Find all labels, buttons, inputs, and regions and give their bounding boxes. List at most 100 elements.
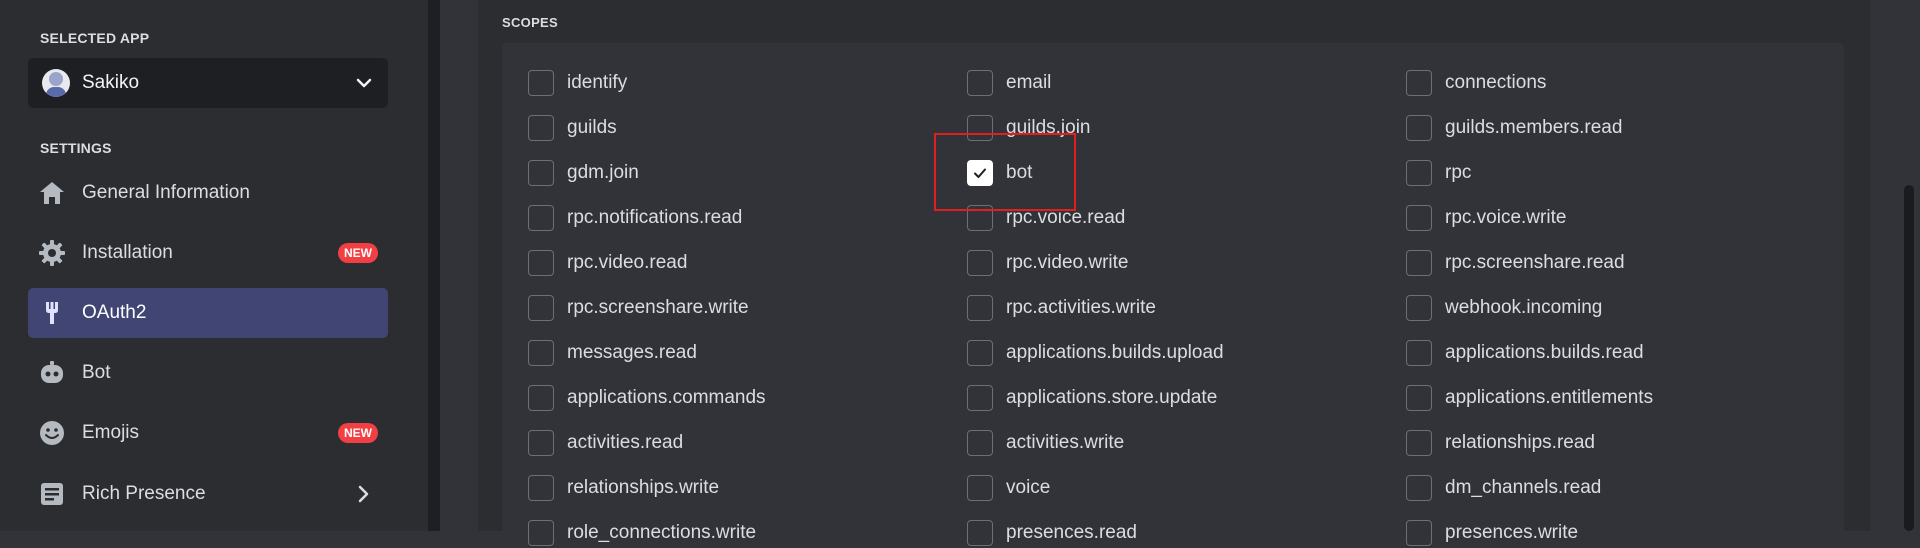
sidebar-divider <box>428 0 440 531</box>
scope-applications-entitlements[interactable]: applications.entitlements <box>1406 383 1653 413</box>
scope-webhook-incoming[interactable]: webhook.incoming <box>1406 293 1602 323</box>
scope-checkbox[interactable] <box>1406 475 1432 501</box>
scope-checkbox[interactable] <box>1406 250 1432 276</box>
scope-label: guilds.members.read <box>1445 117 1623 138</box>
sidebar-item-label: Installation <box>82 242 173 263</box>
scopes-title: SCOPES <box>502 15 558 30</box>
scope-messages-read[interactable]: messages.read <box>528 338 697 368</box>
scope-label: applications.commands <box>567 387 766 408</box>
scope-identify[interactable]: identify <box>528 68 627 98</box>
scope-activities-read[interactable]: activities.read <box>528 428 683 458</box>
scope-checkbox[interactable] <box>528 475 554 501</box>
scope-checkbox[interactable] <box>967 295 993 321</box>
scope-label: relationships.read <box>1445 432 1595 453</box>
scope-checkbox[interactable] <box>528 205 554 231</box>
scope-label: applications.builds.upload <box>1006 342 1224 363</box>
new-badge: NEW <box>338 423 378 443</box>
scope-applications-builds-upload[interactable]: applications.builds.upload <box>967 338 1224 368</box>
sidebar-item-rich-presence[interactable]: Rich Presence <box>28 469 388 519</box>
scope-label: presences.write <box>1445 522 1579 543</box>
scope-checkbox[interactable] <box>1406 385 1432 411</box>
scope-relationships-write[interactable]: relationships.write <box>528 473 719 503</box>
scope-checkbox[interactable] <box>967 520 993 546</box>
scope-label: identify <box>567 72 628 93</box>
scope-checkbox[interactable] <box>967 340 993 366</box>
scope-checkbox[interactable] <box>528 250 554 276</box>
scope-checkbox[interactable] <box>967 70 993 96</box>
sidebar-item-emojis[interactable]: Emojis NEW <box>28 408 388 458</box>
scope-checkbox[interactable] <box>1406 70 1432 96</box>
scope-checkbox[interactable] <box>1406 520 1432 546</box>
app-selector[interactable]: Sakiko <box>28 58 388 108</box>
scope-guilds[interactable]: guilds <box>528 113 617 143</box>
sidebar-item-oauth2[interactable]: OAuth2 <box>28 288 388 338</box>
scope-gdm-join[interactable]: gdm.join <box>528 158 639 188</box>
scope-label: messages.read <box>567 342 697 363</box>
app-name: Sakiko <box>82 72 140 93</box>
scope-label: presences.read <box>1006 522 1137 543</box>
scope-checkbox[interactable] <box>967 475 993 501</box>
scope-checkbox[interactable] <box>967 385 993 411</box>
sidebar-item-label: Rich Presence <box>82 483 206 504</box>
scope-rpc-notifications-read[interactable]: rpc.notifications.read <box>528 203 742 233</box>
app-avatar <box>42 69 70 97</box>
scope-checkbox[interactable] <box>528 70 554 96</box>
scope-checkbox[interactable] <box>1406 205 1432 231</box>
scope-role-connections-write[interactable]: role_connections.write <box>528 518 756 548</box>
scope-applications-commands[interactable]: applications.commands <box>528 383 766 413</box>
scope-checkbox[interactable] <box>528 430 554 456</box>
scope-label: activities.write <box>1006 432 1125 453</box>
scope-rpc-video-read[interactable]: rpc.video.read <box>528 248 687 278</box>
scope-label: voice <box>1006 477 1051 498</box>
sidebar-item-label: General Information <box>82 182 250 203</box>
scope-checkbox[interactable] <box>1406 295 1432 321</box>
scope-checkbox[interactable] <box>528 295 554 321</box>
scope-guilds-members-read[interactable]: guilds.members.read <box>1406 113 1622 143</box>
scope-email[interactable]: email <box>967 68 1051 98</box>
scope-checkbox[interactable] <box>528 385 554 411</box>
scope-checkbox[interactable] <box>1406 160 1432 186</box>
scope-checkbox[interactable] <box>528 115 554 141</box>
scope-checkbox[interactable] <box>967 430 993 456</box>
new-badge: NEW <box>338 243 378 263</box>
scope-checkbox[interactable] <box>1406 340 1432 366</box>
scope-connections[interactable]: connections <box>1406 68 1546 98</box>
sidebar-item-general-information[interactable]: General Information <box>28 168 388 218</box>
sidebar-item-label: OAuth2 <box>82 302 147 323</box>
scope-rpc-activities-write[interactable]: rpc.activities.write <box>967 293 1156 323</box>
scope-label: webhook.incoming <box>1445 297 1603 318</box>
scope-rpc-screenshare-read[interactable]: rpc.screenshare.read <box>1406 248 1625 278</box>
sidebar-item-installation[interactable]: Installation NEW <box>28 228 388 278</box>
scope-label: rpc.voice.write <box>1445 207 1567 228</box>
scope-label: gdm.join <box>567 162 639 183</box>
scope-relationships-read[interactable]: relationships.read <box>1406 428 1595 458</box>
scope-activities-write[interactable]: activities.write <box>967 428 1124 458</box>
scope-label: role_connections.write <box>567 522 757 543</box>
scope-dm-channels-read[interactable]: dm_channels.read <box>1406 473 1601 503</box>
scope-label: rpc.screenshare.write <box>567 297 749 318</box>
scope-checkbox[interactable] <box>528 520 554 546</box>
sidebar-item-bot[interactable]: Bot <box>28 348 388 398</box>
scope-applications-builds-read[interactable]: applications.builds.read <box>1406 338 1644 368</box>
highlight-box <box>934 133 1076 211</box>
scope-rpc-screenshare-write[interactable]: rpc.screenshare.write <box>528 293 749 323</box>
scope-rpc-video-write[interactable]: rpc.video.write <box>967 248 1129 278</box>
scope-label: rpc.notifications.read <box>567 207 743 228</box>
scope-checkbox[interactable] <box>528 160 554 186</box>
scope-rpc-voice-write[interactable]: rpc.voice.write <box>1406 203 1566 233</box>
wrench-icon <box>38 299 66 327</box>
scope-label: rpc.video.read <box>567 252 688 273</box>
scope-presences-read[interactable]: presences.read <box>967 518 1137 548</box>
scope-checkbox[interactable] <box>1406 115 1432 141</box>
scope-presences-write[interactable]: presences.write <box>1406 518 1578 548</box>
scope-voice[interactable]: voice <box>967 473 1050 503</box>
gear-icon <box>38 239 66 267</box>
scope-checkbox[interactable] <box>528 340 554 366</box>
scrollbar[interactable] <box>1904 185 1914 531</box>
scope-checkbox[interactable] <box>1406 430 1432 456</box>
scope-label: email <box>1006 72 1052 93</box>
scope-checkbox[interactable] <box>967 250 993 276</box>
scope-rpc[interactable]: rpc <box>1406 158 1471 188</box>
scope-applications-store-update[interactable]: applications.store.update <box>967 383 1217 413</box>
scope-label: rpc.screenshare.read <box>1445 252 1625 273</box>
